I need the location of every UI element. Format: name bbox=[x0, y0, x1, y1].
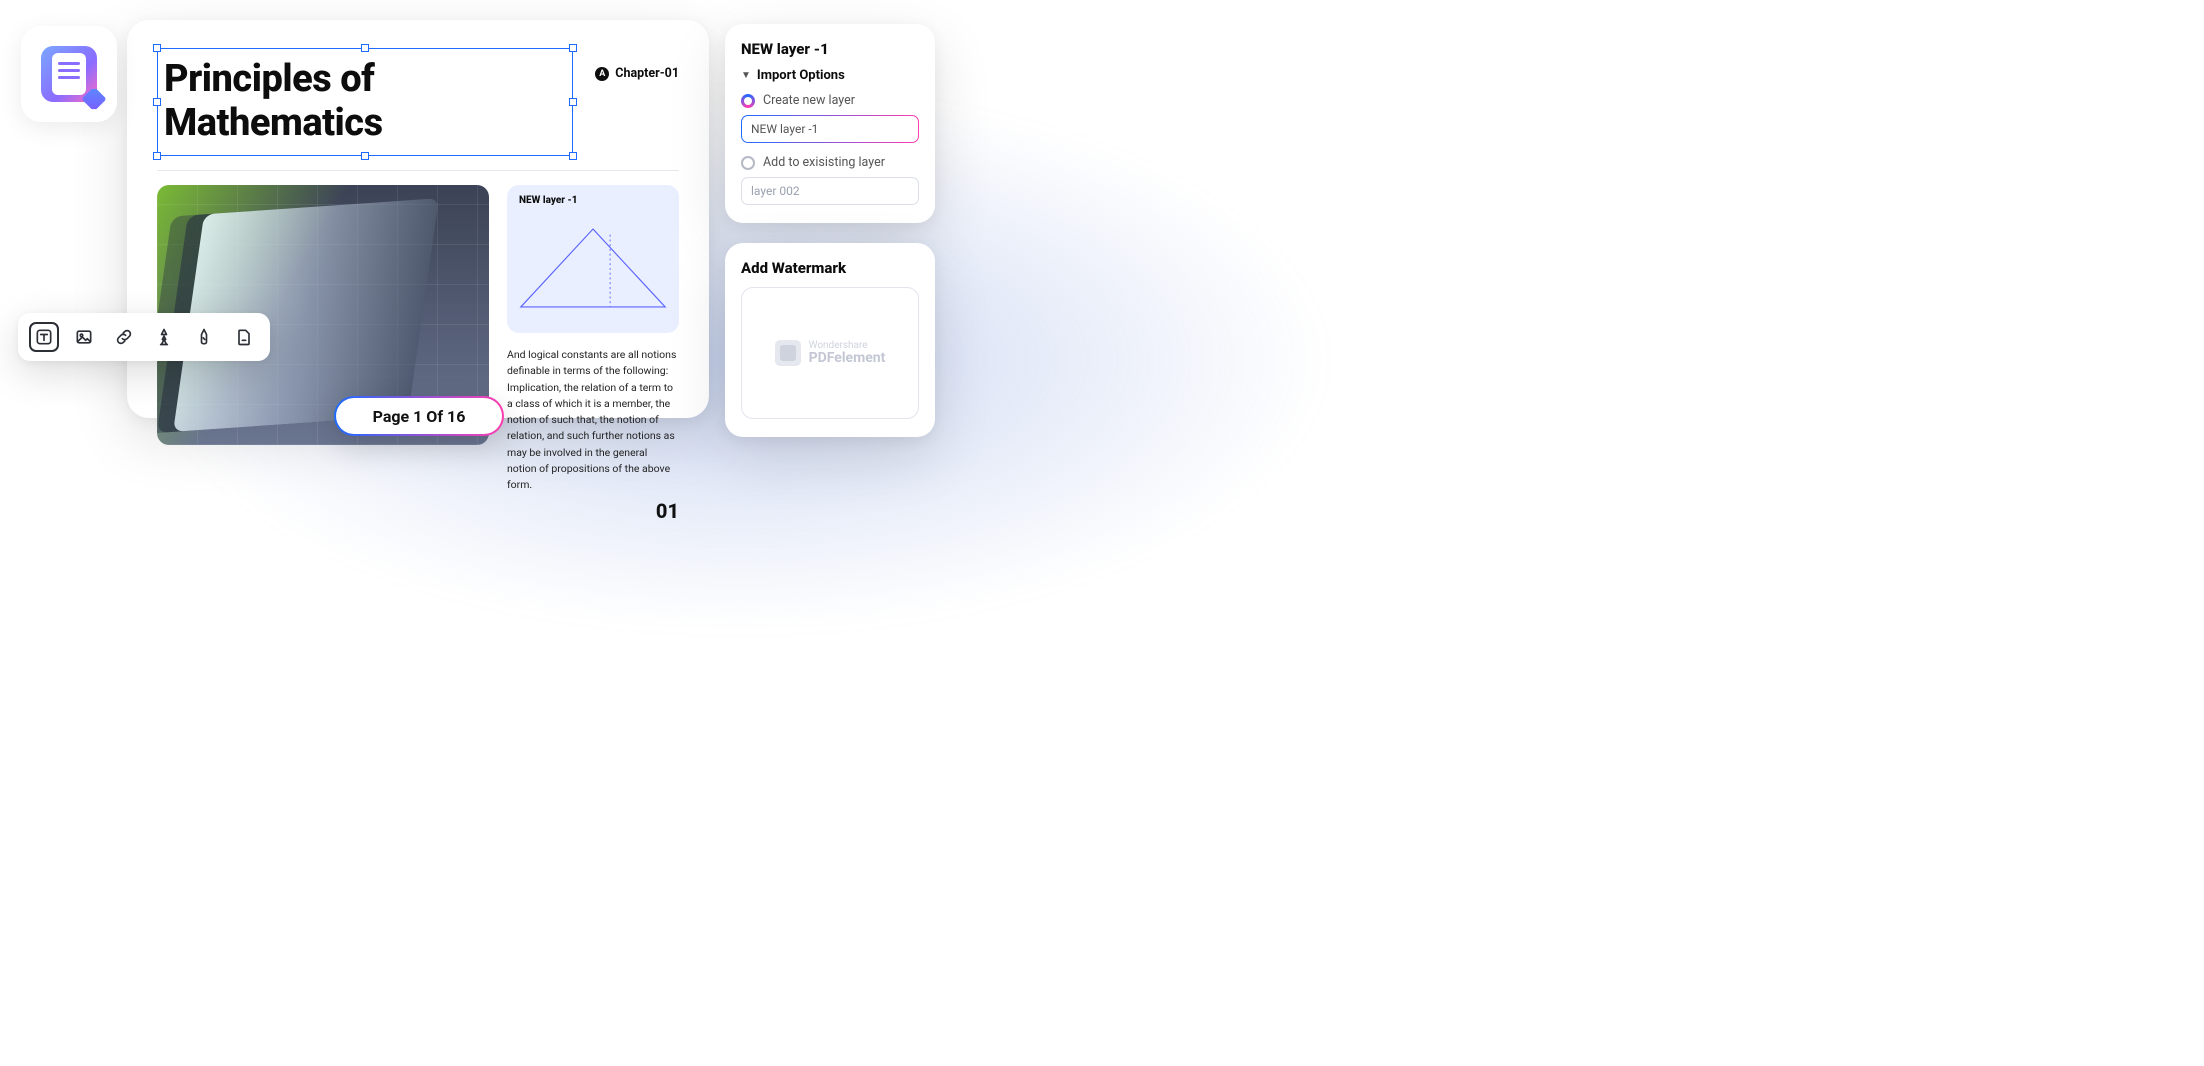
resize-handle-icon[interactable] bbox=[569, 44, 577, 52]
watermark-brand-line2: PDFelement bbox=[809, 351, 886, 366]
watermark-preview[interactable]: Wondershare PDFelement bbox=[741, 287, 919, 419]
body-paragraph[interactable]: And logical constants are all notions de… bbox=[507, 347, 679, 493]
resize-handle-icon[interactable] bbox=[569, 152, 577, 160]
text-tool-button[interactable] bbox=[29, 322, 59, 352]
existing-layer-value: layer 002 bbox=[751, 184, 800, 198]
page-number: 01 bbox=[507, 499, 679, 523]
chapter-label: Chapter-01 bbox=[615, 66, 679, 81]
app-logo-card bbox=[21, 26, 117, 122]
import-options-header[interactable]: ▼ Import Options bbox=[741, 68, 919, 83]
text-tool-icon bbox=[34, 327, 54, 347]
resize-handle-icon[interactable] bbox=[361, 152, 369, 160]
radio-unselected-icon[interactable] bbox=[741, 156, 755, 170]
layer-panel: NEW layer -1 ▼ Import Options Create new… bbox=[725, 24, 935, 223]
link-tool-button[interactable] bbox=[109, 322, 139, 352]
page-tool-icon bbox=[234, 327, 254, 347]
divider bbox=[157, 170, 679, 171]
app-logo-icon bbox=[41, 46, 97, 102]
new-layer-name-input[interactable]: NEW layer -1 bbox=[741, 115, 919, 143]
page-indicator-label: Page 1 Of 16 bbox=[373, 407, 466, 426]
title-text-selection[interactable]: Principles of Mathematics bbox=[157, 48, 573, 156]
resize-handle-icon[interactable] bbox=[153, 44, 161, 52]
create-layer-option[interactable]: Create new layer bbox=[741, 93, 919, 108]
resize-handle-icon[interactable] bbox=[569, 98, 577, 106]
watermark-panel: Add Watermark Wondershare PDFelement bbox=[725, 243, 935, 437]
triangle-diagram-icon bbox=[517, 213, 669, 323]
document-title[interactable]: Principles of Mathematics bbox=[164, 57, 554, 145]
resize-handle-icon[interactable] bbox=[361, 44, 369, 52]
floating-toolbar bbox=[18, 313, 270, 361]
add-existing-option[interactable]: Add to exisisting layer bbox=[741, 155, 919, 170]
collapse-triangle-icon[interactable]: ▼ bbox=[741, 70, 751, 81]
layer-panel-title: NEW layer -1 bbox=[741, 40, 919, 58]
image-tool-icon bbox=[74, 327, 94, 347]
link-tool-icon bbox=[114, 327, 134, 347]
import-options-label: Import Options bbox=[757, 68, 845, 83]
layer-preview-label: NEW layer -1 bbox=[519, 195, 667, 206]
watermark-logo-icon bbox=[775, 340, 801, 366]
resize-handle-icon[interactable] bbox=[153, 98, 161, 106]
page-indicator-pill[interactable]: Page 1 Of 16 bbox=[334, 396, 504, 436]
radio-selected-icon[interactable] bbox=[741, 94, 755, 108]
page-tool-button[interactable] bbox=[229, 322, 259, 352]
chapter-badge: A Chapter-01 bbox=[595, 66, 679, 81]
watermark-panel-title: Add Watermark bbox=[741, 259, 919, 277]
font-tool-icon bbox=[154, 327, 174, 347]
font-tool-button[interactable] bbox=[149, 322, 179, 352]
edit-shape-button[interactable] bbox=[189, 322, 219, 352]
image-tool-button[interactable] bbox=[69, 322, 99, 352]
chapter-badge-icon: A bbox=[595, 67, 609, 81]
resize-handle-icon[interactable] bbox=[153, 152, 161, 160]
create-layer-label: Create new layer bbox=[763, 93, 855, 108]
add-existing-label: Add to exisisting layer bbox=[763, 155, 885, 170]
existing-layer-select[interactable]: layer 002 bbox=[741, 177, 919, 205]
new-layer-name-value: NEW layer -1 bbox=[751, 122, 818, 136]
layer-preview-card[interactable]: NEW layer -1 bbox=[507, 185, 679, 333]
watermark-brand-text: Wondershare PDFelement bbox=[809, 340, 886, 366]
edit-shape-icon bbox=[194, 327, 214, 347]
